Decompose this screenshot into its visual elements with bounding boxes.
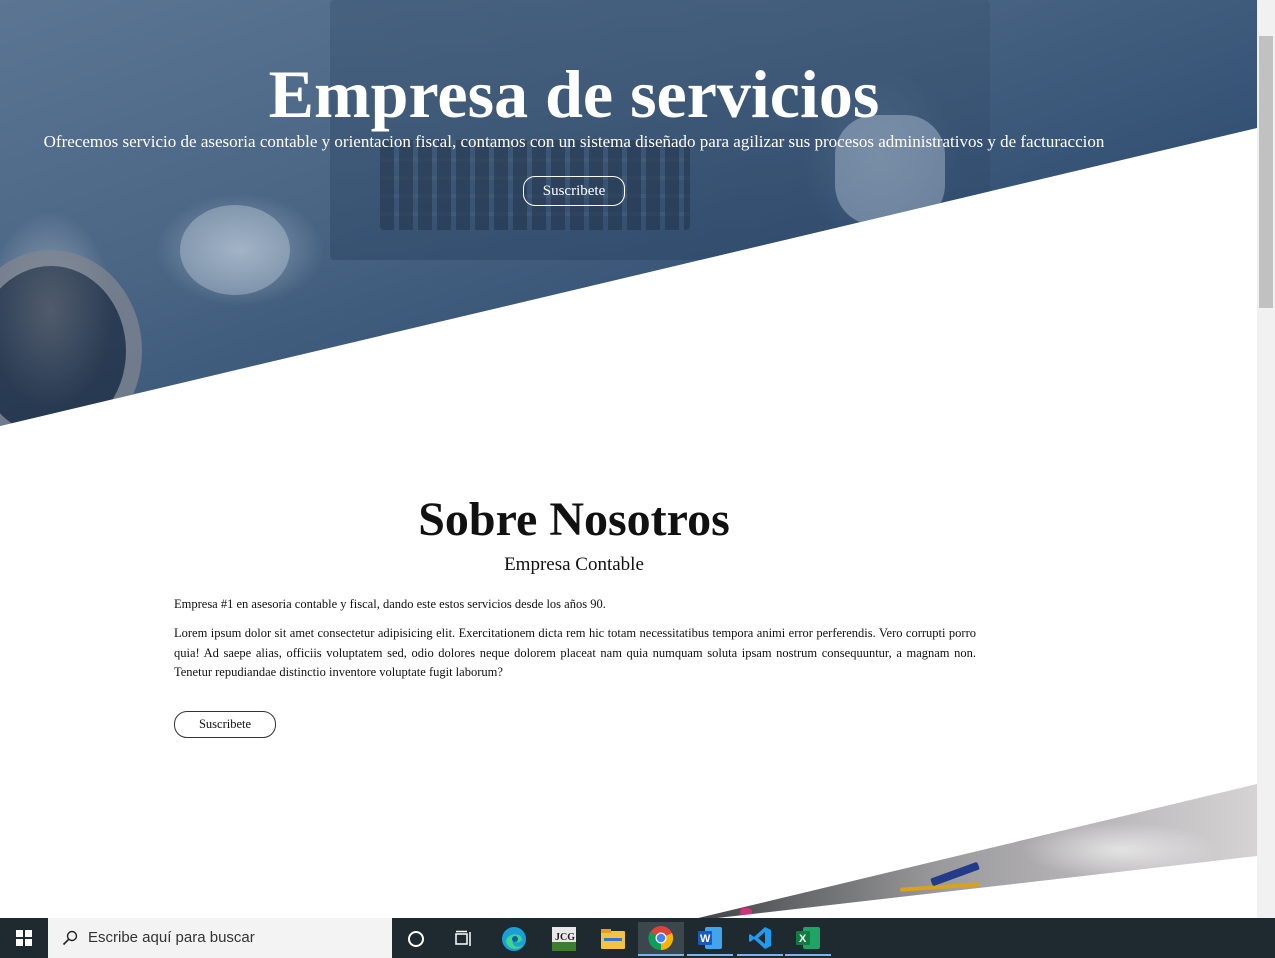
pencil-decoration <box>740 908 752 916</box>
about-subscribe-button[interactable]: Suscribete <box>174 711 276 738</box>
cortana-icon[interactable] <box>393 922 439 956</box>
vscode-icon[interactable] <box>737 922 783 956</box>
start-button[interactable] <box>0 918 48 958</box>
word-icon[interactable]: W <box>687 922 733 956</box>
file-explorer-icon[interactable] <box>590 922 636 956</box>
about-subtitle: Empresa Contable <box>504 554 644 575</box>
scrollbar-thumb[interactable] <box>1259 36 1273 308</box>
svg-text:W: W <box>700 933 711 945</box>
hero-background-speaker <box>0 250 142 426</box>
about-paragraph-intro: Empresa #1 en asesoria contable y fiscal… <box>174 597 606 611</box>
pencil-decoration <box>889 897 981 907</box>
excel-icon[interactable]: X <box>785 922 831 956</box>
svg-text:JCG: JCG <box>555 932 575 943</box>
hero-subscribe-button[interactable]: Suscribete <box>523 176 625 206</box>
windows-taskbar: Escribe aquí para buscar JCG W X <box>0 918 1275 958</box>
task-view-icon[interactable] <box>441 922 487 956</box>
search-icon <box>62 930 78 946</box>
jcg-app-icon[interactable]: JCG <box>541 922 587 956</box>
hero-subtitle: Ofrecemos servicio de asesoria contable … <box>43 132 1105 151</box>
edge-icon[interactable] <box>491 922 537 956</box>
taskbar-search-box[interactable]: Escribe aquí para buscar <box>48 918 392 958</box>
footer-image-strip <box>690 784 1257 918</box>
browser-viewport: Empresa de servicios Ofrecemos servicio … <box>0 0 1257 918</box>
chrome-icon[interactable] <box>638 922 684 956</box>
hero-title: Empresa de servicios <box>268 56 880 132</box>
search-placeholder: Escribe aquí para buscar <box>88 929 255 946</box>
about-title: Sobre Nosotros <box>418 493 730 546</box>
hero-background-mug <box>180 205 290 295</box>
about-paragraph-body: Lorem ipsum dolor sit amet consectetur a… <box>174 626 976 679</box>
windows-logo-icon <box>16 930 32 946</box>
svg-text:X: X <box>799 933 807 945</box>
